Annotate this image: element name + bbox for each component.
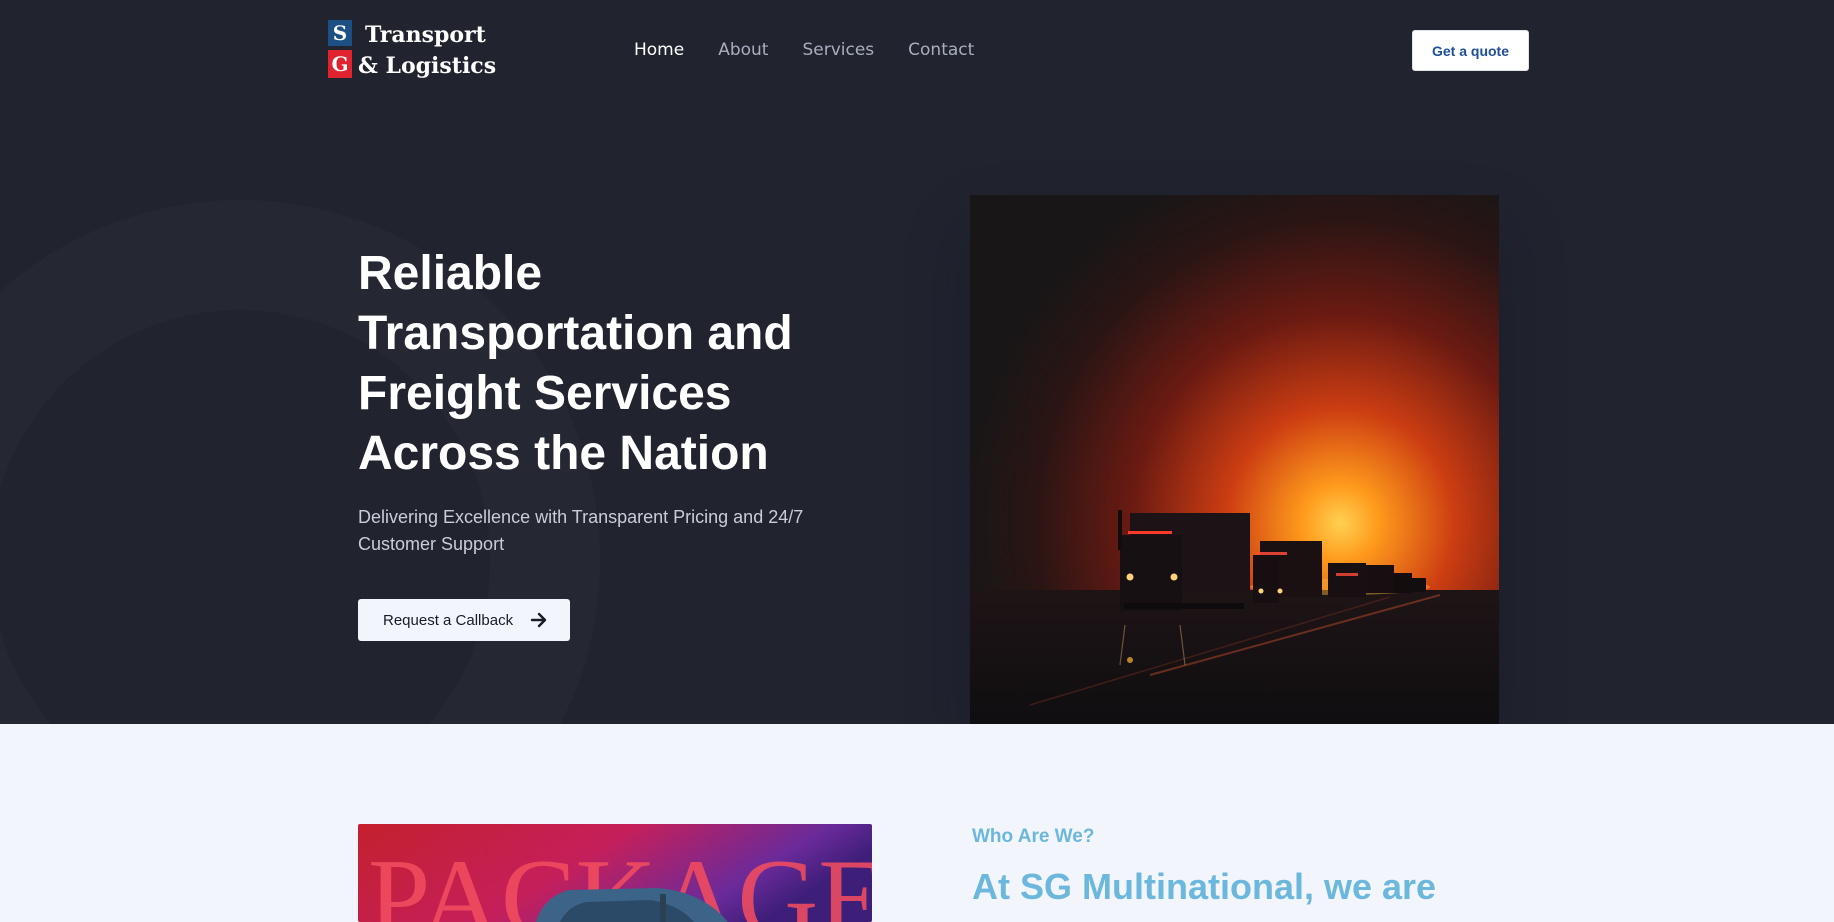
request-callback-button[interactable]: Request a Callback [358,599,570,641]
get-quote-button[interactable]: Get a quote [1412,30,1529,71]
main-nav: Home About Services Contact [634,38,974,62]
hero-trucks-image [970,195,1499,724]
logo-line-1: Transport [365,22,486,48]
request-callback-label: Request a Callback [383,611,514,629]
hero-section: S G Transport & Logistics Home About Ser… [0,0,1834,724]
hero-title: Reliable Transportation and Freight Serv… [358,247,793,480]
who-are-we-label: Who Are We? [972,826,1095,847]
package-van-image: PACKAGE [358,824,872,922]
navbar: S G Transport & Logistics Home About Ser… [0,0,1834,100]
about-section: PACKAGE Who Are We? At SG Multinational,… [0,724,1834,922]
logo-mark-icon: S G [328,20,352,78]
nav-link-home[interactable]: Home [634,38,684,62]
nav-link-contact[interactable]: Contact [908,38,974,62]
hero-subtitle: Delivering Excellence with Transparent P… [358,507,804,554]
logo-text: Transport & Logistics [358,20,496,82]
about-heading: At SG Multinational, we are [972,866,1437,907]
logo-line-2: & Logistics [358,53,497,79]
arrow-right-icon [530,612,547,628]
nav-link-about[interactable]: About [718,38,768,62]
nav-link-services[interactable]: Services [802,38,874,62]
site-logo[interactable]: S G Transport & Logistics [328,20,496,80]
